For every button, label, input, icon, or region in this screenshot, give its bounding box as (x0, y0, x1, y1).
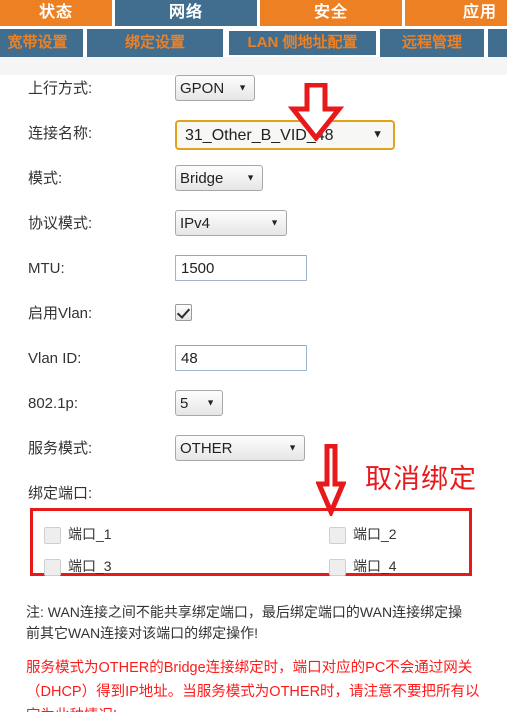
down-arrow-icon-connection-name (288, 83, 344, 141)
port-3-label: 端口_3 (68, 558, 112, 574)
down-arrow-icon-port2 (316, 444, 346, 516)
port-4-checkbox[interactable] (329, 558, 346, 576)
label-vlan-id: Vlan ID: (28, 350, 82, 367)
label-dot1p: 802.1p: (28, 395, 79, 412)
secondary-nav: 宽带设置 绑定设置 LAN 侧地址配置 远程管理 (0, 29, 507, 57)
protocol-mode-select[interactable]: IPv4 (175, 210, 287, 236)
note-black-line-2: 前其它WAN连接对该端口的绑定操作! (26, 625, 259, 641)
form-row-dot1p: 802.1p: 5 ▼ (0, 390, 507, 435)
label-bind-ports: 绑定端口: (28, 485, 93, 502)
form-row-connection-name: 连接名称: 31_Other_B_VID_48 ▼ (0, 120, 507, 165)
connection-name-select[interactable]: 31_Other_B_VID_48 (175, 120, 395, 150)
router-config-page: 状态 网络 安全 应用 宽带设置 绑定设置 LAN 侧地址配置 远程管理 上行方… (0, 0, 507, 712)
port-4-label: 端口_4 (353, 558, 397, 574)
note-black-line-1: 注: WAN连接之间不能共享绑定端口，最后绑定端口的WAN连接绑定操 (26, 604, 463, 620)
label-uplink-mode: 上行方式: (28, 80, 93, 97)
form-row-uplink-mode: 上行方式: GPON ▼ (0, 75, 507, 120)
port-2-row[interactable]: 端口_2 (329, 524, 397, 544)
tab-application[interactable]: 应用 (405, 0, 507, 26)
dot1p-select[interactable]: 5 (175, 390, 223, 416)
form-row-mtu: MTU: (0, 255, 507, 300)
subtab-remote-management[interactable]: 远程管理 (380, 29, 488, 57)
vlan-id-input[interactable] (175, 345, 307, 371)
port-4-row[interactable]: 端口_4 (329, 556, 397, 576)
mtu-input[interactable] (175, 255, 307, 281)
note-red-line-2: （DHCP）得到IP地址。当服务模式为OTHER时，请注意不要把所有以 (26, 684, 480, 700)
port-1-row[interactable]: 端口_1 (44, 524, 112, 544)
subtab-overflow[interactable] (488, 29, 507, 57)
form-row-mode: 模式: Bridge ▼ (0, 165, 507, 210)
port-1-label: 端口_1 (68, 526, 112, 542)
port-2-checkbox[interactable] (329, 526, 346, 544)
tab-status[interactable]: 状态 (0, 0, 115, 26)
tab-security[interactable]: 安全 (260, 0, 405, 26)
form-row-protocol-mode: 协议模式: IPv4 ▼ (0, 210, 507, 255)
label-mtu: MTU: (28, 260, 65, 277)
wan-connection-form: 上行方式: GPON ▼ 连接名称: 31_Other_B_VID_48 ▼ 模… (0, 75, 507, 508)
port-3-row[interactable]: 端口_3 (44, 556, 112, 576)
annotation-unbind-text: 取消绑定 (365, 464, 477, 494)
note-red-line-3: 定为此种情况! (26, 704, 507, 712)
subtab-lan-address-config[interactable]: LAN 侧地址配置 (227, 29, 380, 57)
service-mode-select[interactable]: OTHER (175, 435, 305, 461)
port-2-label: 端口_2 (353, 526, 397, 542)
port-3-checkbox[interactable] (44, 558, 61, 576)
form-row-vlan-id: Vlan ID: (0, 345, 507, 390)
note-red-line-1: 服务模式为OTHER的Bridge连接绑定时，端口对应的PC不会通过网关 (26, 660, 473, 676)
mode-select[interactable]: Bridge (175, 165, 263, 191)
enable-vlan-checkbox[interactable] (175, 304, 192, 322)
label-connection-name: 连接名称: (28, 125, 93, 142)
uplink-mode-select[interactable]: GPON (175, 75, 255, 101)
primary-nav: 状态 网络 安全 应用 (0, 0, 507, 26)
label-service-mode: 服务模式: (28, 440, 93, 457)
nav-separator (0, 57, 507, 75)
tab-network[interactable]: 网络 (115, 0, 260, 26)
subtab-binding-settings[interactable]: 绑定设置 (87, 29, 227, 57)
label-mode: 模式: (28, 170, 63, 187)
port-1-checkbox[interactable] (44, 526, 61, 544)
form-row-enable-vlan: 启用Vlan: (0, 300, 507, 345)
label-enable-vlan: 启用Vlan: (28, 305, 93, 322)
bound-ports-group: 端口_1 端口_2 端口_3 端口_4 (30, 508, 472, 576)
subtab-broadband-settings[interactable]: 宽带设置 (0, 29, 87, 57)
label-protocol-mode: 协议模式: (28, 215, 93, 232)
footer-notes: 注: WAN连接之间不能共享绑定端口，最后绑定端口的WAN连接绑定操 前其它WA… (26, 602, 507, 712)
